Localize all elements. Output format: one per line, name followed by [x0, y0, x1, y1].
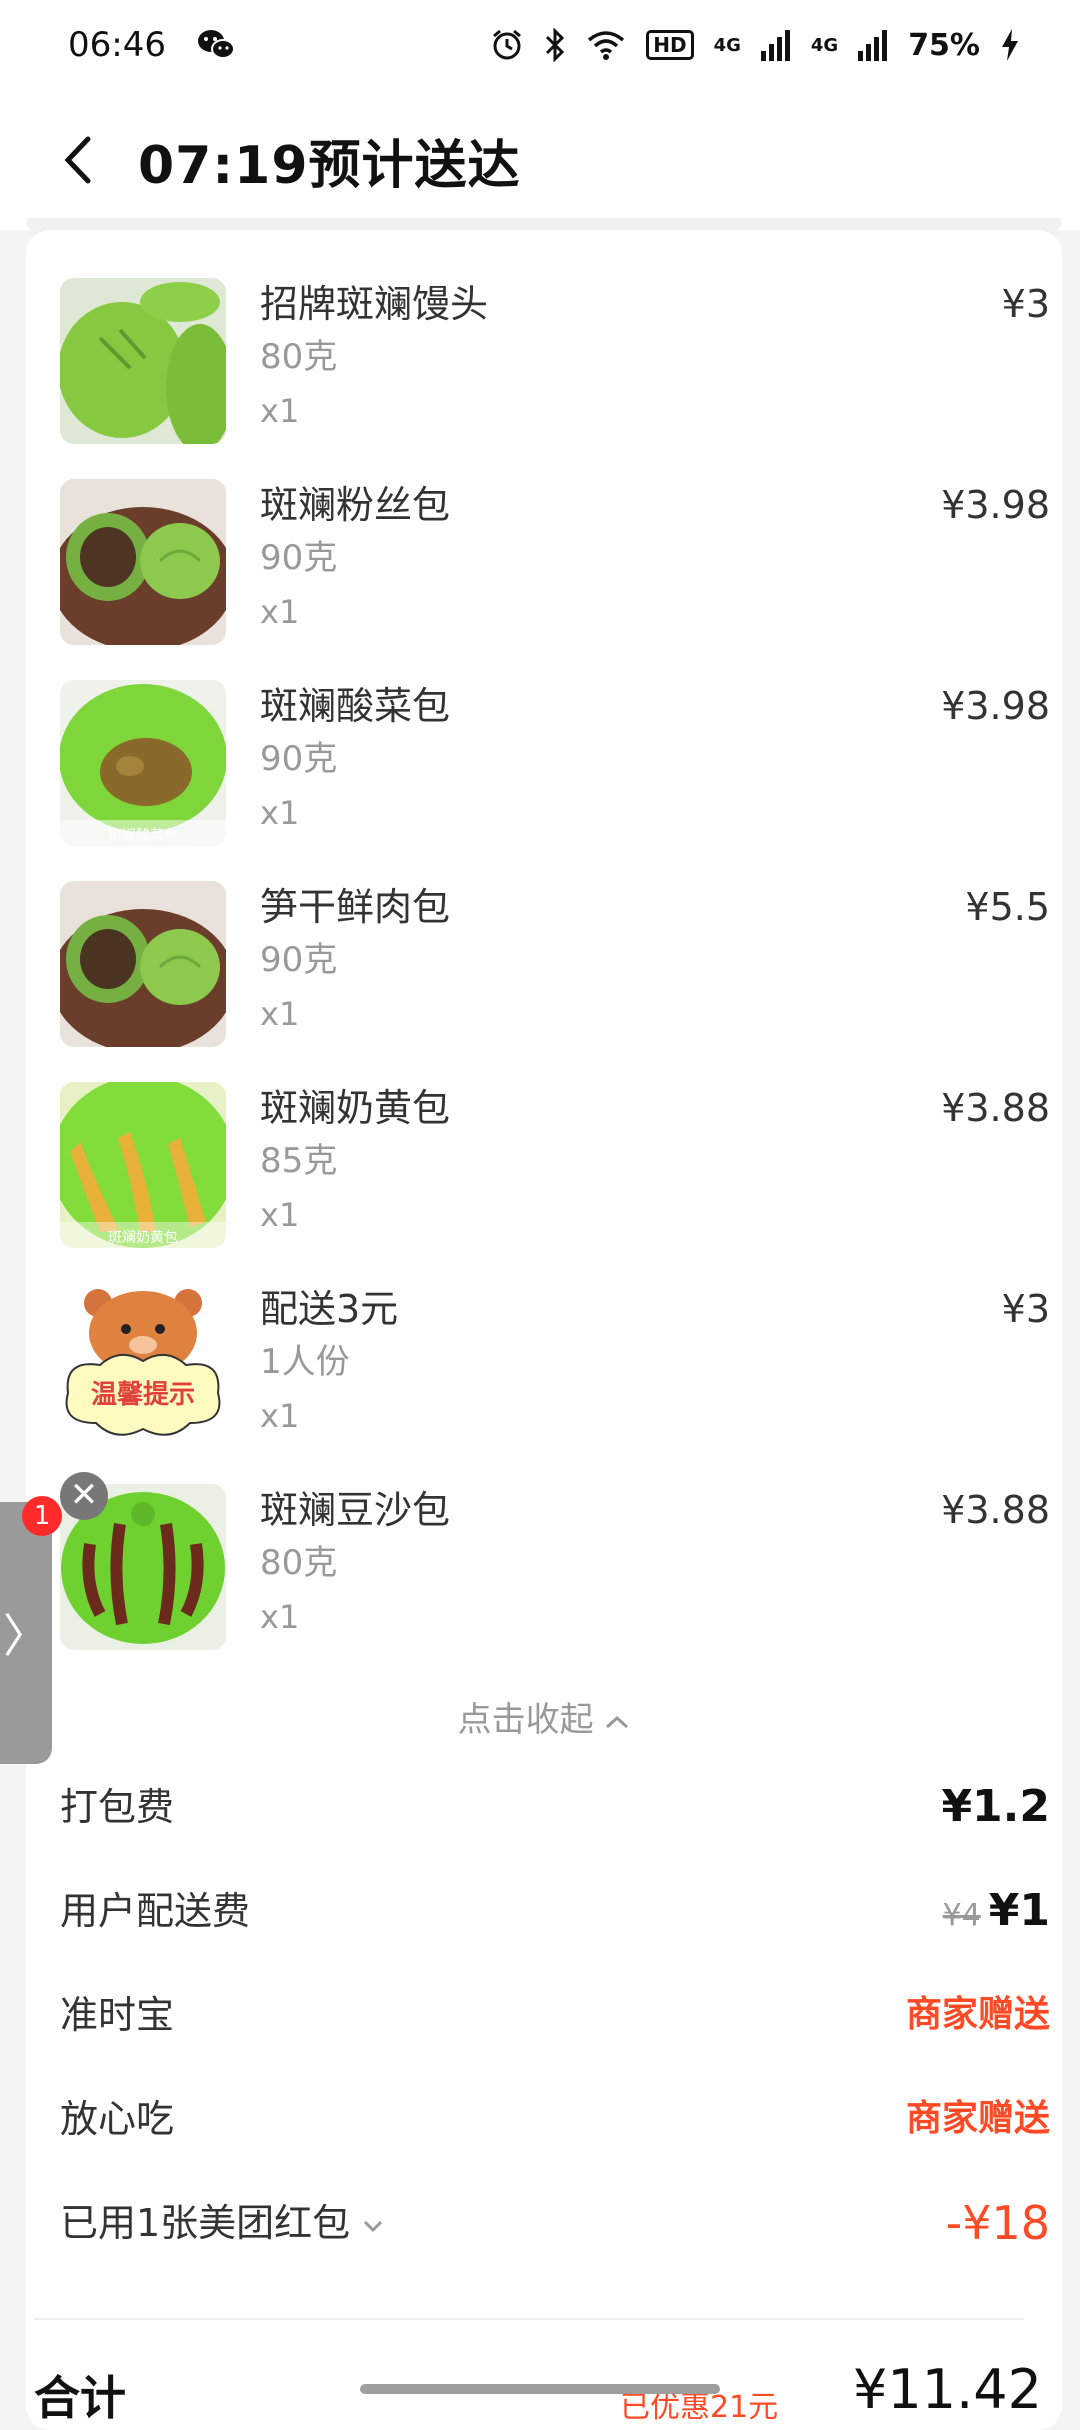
fee-label: 已用1张美团红包: [60, 2194, 384, 2252]
item-price: ¥3: [1001, 1287, 1050, 1331]
bolt-icon: [1000, 28, 1020, 62]
fee-row-packing: 打包费 ¥1.2: [60, 1778, 1050, 1882]
chevron-right-icon: 〉: [3, 1609, 49, 1663]
fee-row-delivery: 用户配送费 ¥4 ¥1: [60, 1882, 1050, 1986]
item-qty: x1: [260, 1196, 300, 1234]
item-price: ¥3.98: [941, 684, 1050, 728]
item-name: 斑斓粉丝包: [260, 483, 451, 527]
item-name: 斑斓豆沙包: [260, 1488, 451, 1532]
wifi-icon: [586, 29, 626, 61]
fee-value: 商家赠送: [905, 2098, 1050, 2139]
wechat-icon: [196, 28, 236, 62]
list-item[interactable]: 笋干鲜肉包 90克 x1 ¥5.5: [60, 881, 1050, 1082]
network-label-1: 4G: [713, 34, 741, 56]
collapse-label: 点击收起: [457, 1700, 594, 1740]
notification-badge: 1: [22, 1496, 62, 1536]
chevron-up-icon: [604, 1700, 630, 1740]
collapse-button[interactable]: 点击收起: [26, 1692, 1062, 1741]
list-item[interactable]: 招牌斑斓馒头 80克 x1 ¥3: [60, 278, 1050, 479]
page-title: 07:19预计送达: [138, 135, 521, 196]
item-qty: x1: [260, 1397, 300, 1435]
fee-list: 打包费 ¥1.2 用户配送费 ¥4 ¥1 准时宝 商家赠送 放心吃 商家赠送 已用…: [60, 1778, 1050, 2298]
item-thumbnail: [60, 881, 226, 1047]
item-thumbnail: 斑斓奶黄包: [60, 1082, 226, 1248]
total-value: ¥11.42: [853, 2358, 1042, 2421]
signal-icon: [858, 29, 888, 61]
back-arrow-icon[interactable]: [60, 130, 110, 190]
close-icon[interactable]: ✕: [60, 1472, 108, 1520]
thumb-caption: 温馨提示: [91, 1380, 195, 1410]
item-price: ¥3.88: [941, 1086, 1050, 1130]
item-name: 斑斓奶黄包: [260, 1086, 451, 1130]
list-item[interactable]: 斑斓粉丝包 90克 x1 ¥3.98: [60, 479, 1050, 680]
home-indicator[interactable]: [360, 2384, 720, 2394]
thumb-caption: 斑斓奶黄包: [108, 1229, 178, 1246]
item-price: ¥3.88: [941, 1488, 1050, 1532]
fee-label: 用户配送费: [60, 1889, 251, 1933]
item-name: 斑斓酸菜包: [260, 684, 451, 728]
item-thumbnail: [60, 479, 226, 645]
total-label: 合计: [34, 2371, 126, 2425]
hd-badge: HD: [646, 30, 694, 60]
chevron-down-icon: [362, 2201, 384, 2245]
bluetooth-icon: [544, 28, 566, 62]
item-spec: 90克: [260, 940, 338, 980]
item-qty: x1: [260, 794, 300, 832]
item-qty: x1: [260, 593, 300, 631]
item-price: ¥3: [1001, 282, 1050, 326]
status-bar: 06:46 HD 4G 4G 75%: [0, 0, 1080, 90]
fee-row-safe[interactable]: 放心吃 商家赠送: [60, 2090, 1050, 2194]
item-qty: x1: [260, 995, 300, 1033]
order-card: 招牌斑斓馒头 80克 x1 ¥3 斑斓粉丝包 90克 x1 ¥3.98 斑斓酸菜…: [26, 230, 1062, 2430]
item-qty: x1: [260, 392, 300, 430]
original-fee: ¥4: [942, 1898, 981, 1933]
list-item[interactable]: 斑斓豆沙包 80克 x1 ¥3.88: [60, 1484, 1050, 1685]
nav-bar: 07:19预计送达: [0, 90, 1080, 230]
list-item[interactable]: 斑斓奶黄包 斑斓奶黄包 85克 x1 ¥3.88: [60, 1082, 1050, 1283]
floating-side-tab[interactable]: 〉: [0, 1502, 52, 1764]
list-item[interactable]: 斑斓酸菜包 斑斓酸菜包 90克 x1 ¥3.98: [60, 680, 1050, 881]
item-name: 招牌斑斓馒头: [260, 282, 489, 326]
item-thumbnail: [60, 278, 226, 444]
item-price: ¥5.5: [965, 885, 1050, 929]
item-qty: x1: [260, 1598, 300, 1636]
item-spec: 90克: [260, 538, 338, 578]
fee-value: -¥18: [945, 2196, 1050, 2250]
fee-label: 打包费: [60, 1785, 175, 1829]
item-spec: 1人份: [260, 1342, 350, 1382]
fee-label: 放心吃: [60, 2097, 175, 2141]
discounted-fee: ¥1: [988, 1885, 1050, 1936]
fee-value: ¥1.2: [941, 1781, 1050, 1832]
thumb-caption: 斑斓酸菜包: [108, 828, 178, 844]
item-price: ¥3.98: [941, 483, 1050, 527]
list-item[interactable]: 温馨提示 配送3元 1人份 x1 ¥3: [60, 1283, 1050, 1484]
item-thumbnail: 温馨提示: [60, 1283, 226, 1449]
item-spec: 80克: [260, 337, 338, 377]
item-name: 配送3元: [260, 1287, 399, 1331]
network-label-2: 4G: [810, 34, 839, 56]
fee-row-redpacket[interactable]: 已用1张美团红包 -¥18: [60, 2194, 1050, 2298]
divider: [34, 2318, 1024, 2320]
status-time: 06:46: [68, 25, 166, 65]
item-name: 笋干鲜肉包: [260, 885, 451, 929]
item-spec: 80克: [260, 1543, 338, 1583]
item-spec: 85克: [260, 1141, 338, 1181]
item-list: 招牌斑斓馒头 80克 x1 ¥3 斑斓粉丝包 90克 x1 ¥3.98 斑斓酸菜…: [60, 278, 1050, 1685]
fee-value: ¥4 ¥1: [943, 1882, 1050, 1945]
fee-row-ontime[interactable]: 准时宝 商家赠送: [60, 1986, 1050, 2090]
item-thumbnail: 斑斓酸菜包: [60, 680, 226, 846]
signal-icon: [760, 29, 791, 61]
fee-value: 商家赠送: [905, 1994, 1050, 2035]
fee-label: 准时宝: [60, 1993, 175, 2037]
alarm-icon: [490, 28, 524, 62]
battery-percent: 75%: [908, 27, 980, 63]
redpacket-label: 已用1张美团红包: [60, 2201, 351, 2245]
item-spec: 90克: [260, 739, 338, 779]
